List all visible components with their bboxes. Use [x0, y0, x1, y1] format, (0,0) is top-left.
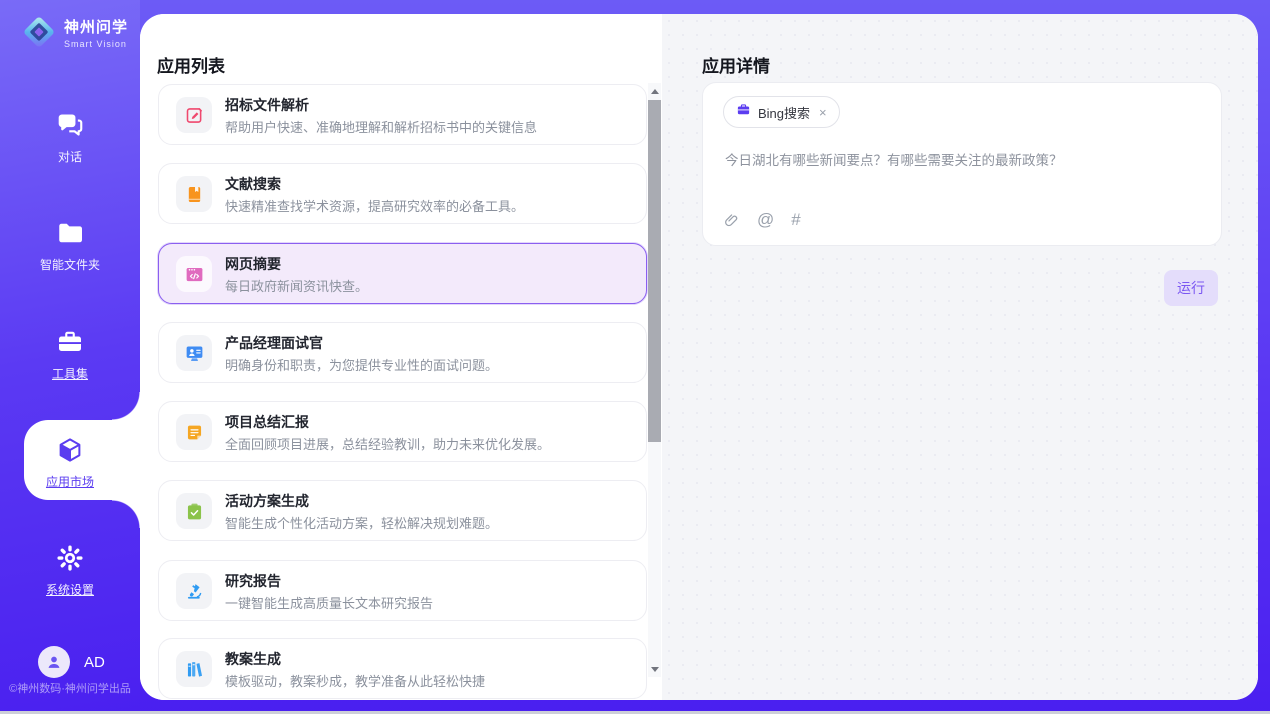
close-icon[interactable]: ×	[817, 105, 827, 120]
sidebar-item-label: 对话	[0, 148, 140, 165]
app-list-item[interactable]: 网页摘要 每日政府新闻资讯快查。	[158, 243, 647, 304]
app-name: 网页摘要	[225, 254, 281, 274]
app-description: 明确身份和职责，为您提供专业性的面试问题。	[225, 355, 498, 374]
app-window: 神州问学 Smart Vision 对话 智能文件夹 工具集 应用市场 系统设置…	[0, 0, 1270, 714]
triangle-up-icon	[651, 89, 659, 94]
research-icon	[176, 573, 212, 609]
clipboard-check-icon	[176, 493, 212, 529]
book-icon	[176, 176, 212, 212]
scroll-down-button[interactable]	[648, 661, 661, 677]
scrollbar-thumb[interactable]	[648, 100, 661, 442]
app-description: 模板驱动，教案秒成，教学准备从此轻松快捷	[225, 671, 485, 690]
app-description: 全面回顾项目进展，总结经验教训，助力未来优化发展。	[225, 434, 550, 453]
app-name: 研究报告	[225, 571, 281, 591]
app-detail-panel: 应用详情 Bing搜索 × 今日湖北有哪些新闻要点？有哪些需要关注的最新政策？ …	[662, 14, 1258, 700]
web-code-icon	[176, 256, 212, 292]
sidebar: 神州问学 Smart Vision 对话 智能文件夹 工具集 应用市场 系统设置…	[0, 0, 140, 714]
folder-icon	[55, 218, 85, 248]
prompt-card: Bing搜索 × 今日湖北有哪些新闻要点？有哪些需要关注的最新政策？ @#	[702, 82, 1222, 246]
chat-icon	[55, 110, 85, 140]
app-list: 招标文件解析 帮助用户快速、准确地理解和解析招标书中的关键信息 文献搜索 快速精…	[158, 14, 647, 700]
attachment-icon[interactable]	[723, 212, 740, 229]
app-description: 帮助用户快速、准确地理解和解析招标书中的关键信息	[225, 117, 537, 136]
sidebar-item-toolbox[interactable]: 工具集	[0, 327, 140, 382]
query-text[interactable]: 今日湖北有哪些新闻要点？有哪些需要关注的最新政策？	[725, 149, 1199, 169]
hash-icon[interactable]: #	[791, 211, 800, 229]
user-initials: AD	[84, 654, 105, 671]
app-description: 智能生成个性化活动方案，轻松解决规划难题。	[225, 513, 498, 532]
cube-icon	[55, 435, 85, 465]
sidebar-nav: 对话 智能文件夹 工具集 应用市场 系统设置	[0, 0, 140, 714]
app-list-item[interactable]: 研究报告 一键智能生成高质量长文本研究报告	[158, 560, 647, 621]
app-name: 教案生成	[225, 649, 281, 669]
mention-icon[interactable]: @	[757, 211, 774, 229]
sidebar-item-cube[interactable]: 应用市场	[0, 435, 140, 490]
books-icon	[176, 651, 212, 687]
report-note-icon	[176, 414, 212, 450]
app-description: 一键智能生成高质量长文本研究报告	[225, 593, 433, 612]
triangle-down-icon	[651, 667, 659, 672]
avatar	[38, 646, 70, 678]
app-list-item[interactable]: 招标文件解析 帮助用户快速、准确地理解和解析招标书中的关键信息	[158, 84, 647, 145]
gear-icon	[55, 543, 85, 573]
app-list-item[interactable]: 教案生成 模板驱动，教案秒成，教学准备从此轻松快捷	[158, 638, 647, 699]
sidebar-item-folder[interactable]: 智能文件夹	[0, 218, 140, 273]
interviewer-icon	[176, 335, 212, 371]
tool-tag-label: Bing搜索	[758, 103, 810, 122]
edit-document-icon	[176, 97, 212, 133]
app-list-item[interactable]: 项目总结汇报 全面回顾项目进展，总结经验教训，助力未来优化发展。	[158, 401, 647, 462]
composer-toolbar: @#	[723, 211, 801, 229]
app-name: 招标文件解析	[225, 95, 309, 115]
user-chip[interactable]: AD	[38, 646, 105, 678]
app-list-panel: 应用列表 招标文件解析 帮助用户快速、准确地理解和解析招标书中的关键信息 文献搜…	[140, 14, 662, 700]
app-name: 活动方案生成	[225, 491, 309, 511]
toolbox-icon	[55, 327, 85, 357]
run-button[interactable]: 运行	[1164, 270, 1218, 306]
briefcase-icon	[736, 102, 751, 122]
sidebar-item-chat[interactable]: 对话	[0, 110, 140, 165]
app-name: 项目总结汇报	[225, 412, 309, 432]
app-list-item[interactable]: 活动方案生成 智能生成个性化活动方案，轻松解决规划难题。	[158, 480, 647, 541]
main-content: 应用列表 招标文件解析 帮助用户快速、准确地理解和解析招标书中的关键信息 文献搜…	[140, 14, 1258, 700]
copyright: ©神州数码·神州问学出品	[0, 680, 140, 696]
scroll-up-button[interactable]	[648, 83, 661, 99]
tool-tag[interactable]: Bing搜索 ×	[723, 96, 840, 128]
app-name: 产品经理面试官	[225, 333, 323, 353]
sidebar-item-label: 工具集	[0, 365, 140, 382]
sidebar-item-label: 系统设置	[0, 581, 140, 598]
app-name: 文献搜索	[225, 174, 281, 194]
app-detail-title: 应用详情	[702, 52, 770, 77]
sidebar-item-gear[interactable]: 系统设置	[0, 543, 140, 598]
app-list-item[interactable]: 产品经理面试官 明确身份和职责，为您提供专业性的面试问题。	[158, 322, 647, 383]
sidebar-item-label: 应用市场	[0, 473, 140, 490]
scrollbar[interactable]	[648, 83, 661, 677]
app-description: 每日政府新闻资讯快查。	[225, 276, 368, 295]
app-description: 快速精准查找学术资源，提高研究效率的必备工具。	[225, 196, 524, 215]
app-list-item[interactable]: 文献搜索 快速精准查找学术资源，提高研究效率的必备工具。	[158, 163, 647, 224]
sidebar-item-label: 智能文件夹	[0, 256, 140, 273]
